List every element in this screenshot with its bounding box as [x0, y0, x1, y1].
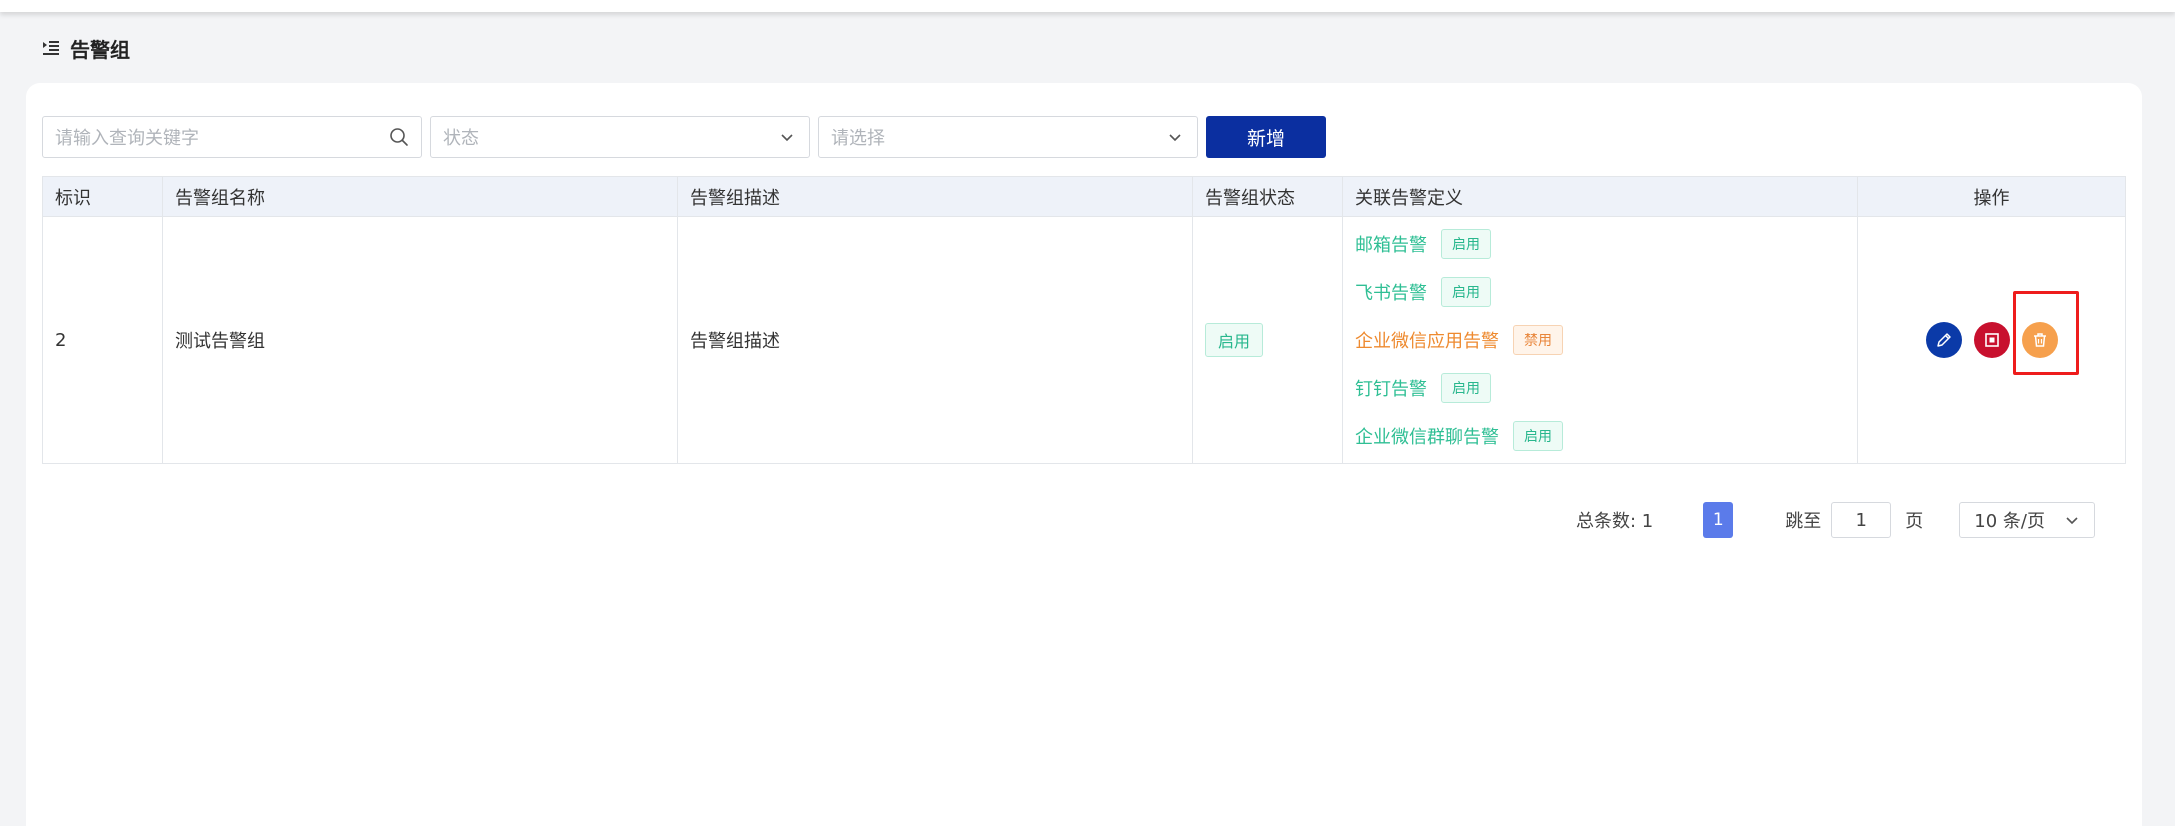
column-header-id: 标识 — [42, 176, 163, 217]
chevron-down-icon — [2066, 517, 2078, 525]
alarm-state-badge: 启用 — [1441, 277, 1491, 307]
edit-button[interactable] — [1925, 322, 1962, 358]
jump-label: 跳至 — [1785, 511, 1822, 532]
alarm-state-badge: 启用 — [1441, 373, 1491, 403]
alarm-item: 钉钉告警 启用 — [1355, 371, 1845, 405]
alarm-state-badge: 启用 — [1441, 229, 1491, 259]
stop-square-icon — [1984, 333, 1999, 347]
status-placeholder: 状态 — [443, 128, 479, 149]
chevron-down-icon — [781, 134, 793, 142]
status-select[interactable]: 状态 — [430, 116, 810, 158]
option-placeholder: 请选择 — [831, 128, 885, 149]
chevron-down-icon — [1169, 134, 1181, 142]
alarm-item: 企业微信群聊告警 启用 — [1355, 419, 1845, 453]
alarm-list: 邮箱告警 启用 飞书告警 启用 企业微信应用告警 禁用 钉钉告警 启用 企业微信… — [1355, 227, 1845, 453]
alarm-name[interactable]: 飞书告警 — [1355, 279, 1427, 305]
alarm-state-badge: 禁用 — [1513, 325, 1563, 355]
page-number-active[interactable]: 1 — [1703, 502, 1734, 538]
pencil-icon — [1936, 333, 1951, 347]
delete-button[interactable] — [2021, 322, 2058, 358]
jump-input[interactable] — [1831, 502, 1892, 538]
search-input[interactable]: 请输入查询关键字 — [42, 116, 422, 158]
page-title: 告警组 — [70, 37, 130, 62]
column-header-actions: 操作 — [1857, 176, 2126, 217]
alarm-name[interactable]: 钉钉告警 — [1355, 375, 1427, 401]
alarm-item: 飞书告警 启用 — [1355, 275, 1845, 309]
search-icon[interactable] — [389, 127, 409, 147]
action-buttons — [1925, 322, 2058, 358]
filter-bar: 请输入查询关键字 状态 请选择 新增 — [42, 116, 1326, 158]
alarm-group-table: 标识 告警组名称 告警组描述 告警组状态 关联告警定义 操作 2 测试告警组 告… — [42, 176, 2126, 464]
page-unit: 页 — [1905, 511, 1924, 532]
stop-button[interactable] — [1973, 322, 2010, 358]
cell-id: 2 — [42, 216, 163, 464]
cell-description: 告警组描述 — [677, 216, 1193, 464]
alarm-item: 企业微信应用告警 禁用 — [1355, 323, 1845, 357]
page-size-select[interactable]: 10 条/页 — [1959, 502, 2096, 538]
page-size-value: 10 条/页 — [1974, 511, 2045, 532]
alarm-item: 邮箱告警 启用 — [1355, 227, 1845, 261]
top-bar — [0, 0, 2175, 12]
option-select[interactable]: 请选择 — [818, 116, 1198, 158]
page-header: 告警组 — [42, 34, 130, 62]
alarm-state-badge: 启用 — [1513, 421, 1563, 451]
alarm-name[interactable]: 企业微信应用告警 — [1355, 327, 1499, 353]
pagination: 总条数: 1 1 跳至 页 10 条/页 — [1576, 502, 2096, 538]
alarm-name[interactable]: 邮箱告警 — [1355, 231, 1427, 257]
search-placeholder: 请输入查询关键字 — [55, 128, 199, 149]
status-badge: 启用 — [1205, 323, 1264, 357]
column-header-status: 告警组状态 — [1192, 176, 1343, 217]
column-header-description: 告警组描述 — [677, 176, 1193, 217]
cell-actions — [1857, 216, 2126, 464]
add-button[interactable]: 新增 — [1206, 116, 1326, 158]
column-header-name: 告警组名称 — [162, 176, 678, 217]
trash-icon — [2033, 333, 2046, 347]
menu-indent-icon[interactable] — [42, 39, 60, 57]
cell-name: 测试告警组 — [162, 216, 678, 464]
cell-status: 启用 — [1192, 216, 1343, 464]
column-header-alarms: 关联告警定义 — [1342, 176, 1858, 217]
table-header-row: 标识 告警组名称 告警组描述 告警组状态 关联告警定义 操作 — [42, 176, 2126, 217]
cell-alarms: 邮箱告警 启用 飞书告警 启用 企业微信应用告警 禁用 钉钉告警 启用 企业微信… — [1342, 216, 1858, 464]
table-row: 2 测试告警组 告警组描述 启用 邮箱告警 启用 飞书告警 启用 企业微信应用告… — [42, 216, 2126, 464]
alarm-name[interactable]: 企业微信群聊告警 — [1355, 423, 1499, 449]
total-count: 总条数: 1 — [1576, 511, 1654, 532]
